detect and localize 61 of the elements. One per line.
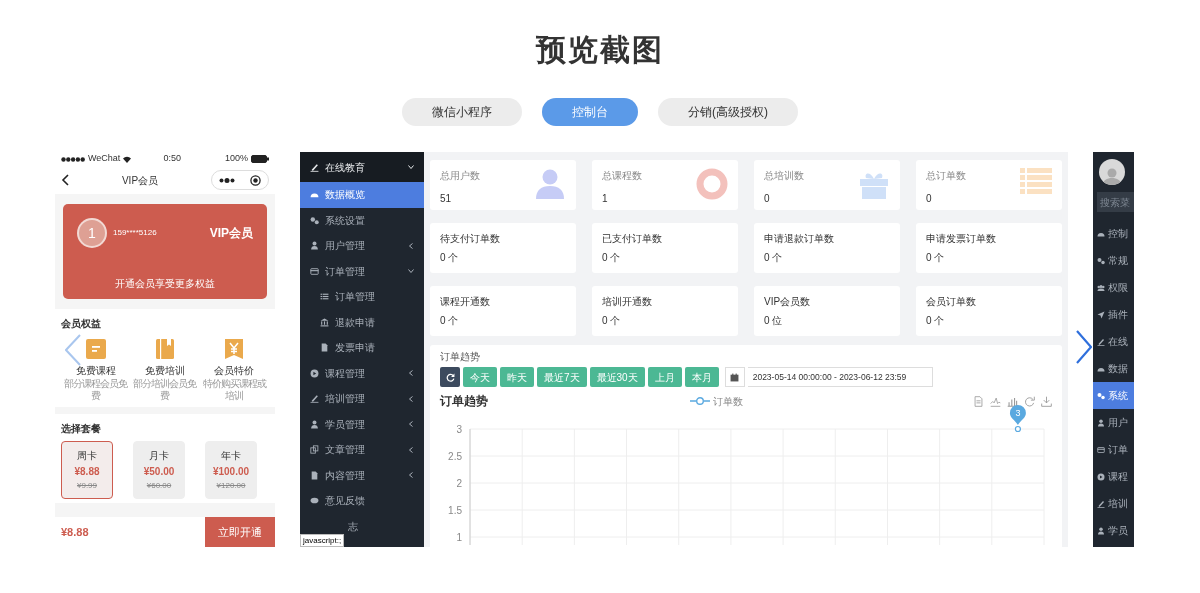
page-title: VIP会员 bbox=[120, 173, 160, 188]
section-title: 选择套餐 bbox=[61, 422, 102, 436]
total-price: ¥8.88 bbox=[60, 524, 89, 540]
stat-value: 0 bbox=[926, 192, 933, 206]
stat-value: 0 位 bbox=[764, 314, 783, 328]
plan-price: ¥8.88 bbox=[74, 465, 100, 479]
member-level: VIP会员 bbox=[209, 225, 253, 242]
stat-label: 待支付订单数 bbox=[440, 232, 500, 246]
plan-price: ¥100.00 bbox=[212, 465, 250, 479]
original-price: ¥60.00 bbox=[146, 480, 172, 492]
plan-name: 年卡 bbox=[221, 449, 241, 463]
plan-name: 周卡 bbox=[77, 449, 97, 463]
stat-value: 0 个 bbox=[602, 251, 621, 265]
axis-tick-label: 3 bbox=[456, 423, 462, 435]
section-title: 会员权益 bbox=[61, 317, 102, 331]
benefit-title: 会员特价 bbox=[213, 364, 256, 378]
stat-value: 0 个 bbox=[926, 314, 945, 328]
axis-tick-label: 2 bbox=[456, 477, 462, 489]
plan-price: ¥50.00 bbox=[143, 465, 175, 479]
stat-label: 总培训数 bbox=[764, 169, 805, 183]
stat-value: 0 个 bbox=[926, 251, 945, 265]
phone-number: 159****5126 bbox=[113, 227, 157, 239]
stat-value: 0 个 bbox=[602, 314, 621, 328]
stat-value: 0 个 bbox=[440, 251, 459, 265]
axis-tick-label: 1.5 bbox=[448, 504, 462, 516]
chart-title: 订单趋势 bbox=[440, 393, 489, 410]
stat-label: 总订单数 bbox=[926, 169, 967, 183]
stat-label: 总用户数 bbox=[440, 169, 481, 183]
stat-value: 0 个 bbox=[764, 251, 783, 265]
data-label: 3 bbox=[1015, 408, 1021, 418]
axis-tick-label: 1 bbox=[456, 531, 462, 543]
stat-label: 会员订单数 bbox=[926, 295, 976, 309]
stat-value: 1 bbox=[602, 192, 609, 206]
stat-label: VIP会员数 bbox=[764, 295, 811, 309]
stat-label: 总课程数 bbox=[602, 169, 643, 183]
status-time: 0:50 bbox=[163, 152, 182, 166]
benefit-title: 免费培训 bbox=[144, 364, 186, 378]
carrier-label: WeChat bbox=[88, 152, 121, 166]
card-slogan: 开通会员享受更多权益 bbox=[114, 277, 216, 291]
stat-label: 培训开通数 bbox=[602, 295, 652, 309]
stat-value: 51 bbox=[440, 192, 453, 206]
status-tooltip: javascript:; bbox=[300, 534, 345, 547]
original-price: ¥120.00 bbox=[216, 480, 246, 492]
benefit-description: 部分课程会员免费 bbox=[63, 378, 129, 401]
benefit-title: 免费课程 bbox=[74, 364, 117, 378]
legend-label: 订单数 bbox=[713, 394, 743, 409]
stat-value: 0 个 bbox=[440, 314, 459, 328]
battery-label: 100% bbox=[224, 152, 248, 166]
benefit-description: 部分培训会员免费 bbox=[132, 378, 198, 401]
plan-name: 月卡 bbox=[149, 449, 169, 463]
stat-value: 0 bbox=[764, 192, 771, 206]
avatar: 1 bbox=[77, 218, 107, 248]
axis-tick-label: 2.5 bbox=[448, 450, 462, 462]
stat-label: 已支付订单数 bbox=[602, 232, 662, 246]
page-title: 预览截图 bbox=[534, 32, 665, 68]
benefit-description: 特价购买课程或培训 bbox=[201, 378, 268, 401]
panel-title: 订单趋势 bbox=[440, 351, 481, 363]
original-price: ¥9.99 bbox=[77, 480, 97, 492]
stat-label: 课程开通数 bbox=[440, 295, 490, 309]
stat-label: 申请退款订单数 bbox=[764, 232, 834, 246]
stat-label: 申请发票订单数 bbox=[926, 232, 996, 246]
